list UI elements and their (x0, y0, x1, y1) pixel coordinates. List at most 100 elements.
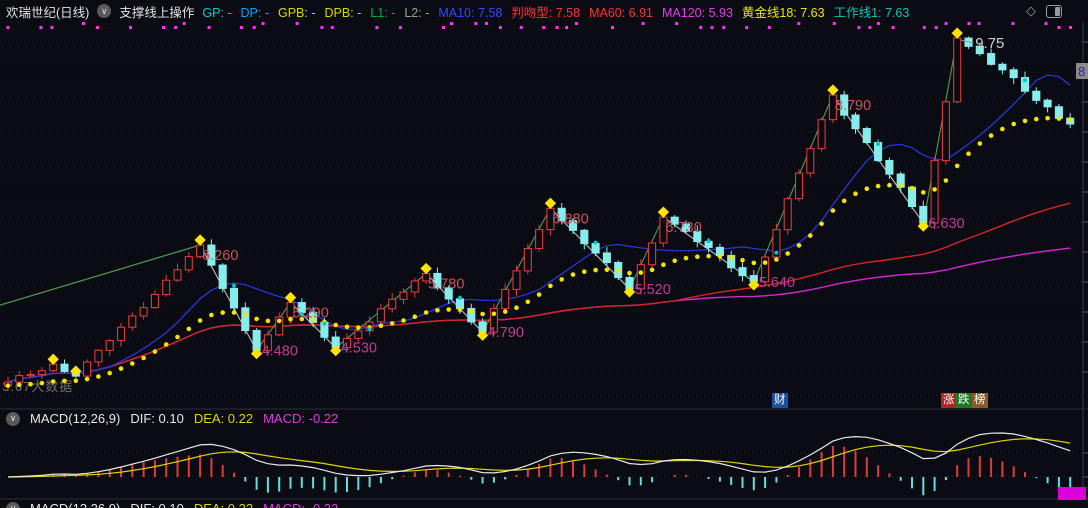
macd-bar (718, 477, 721, 482)
macd-bar (933, 477, 936, 491)
badge-1[interactable]: 涨 (941, 393, 957, 408)
signal-dot (398, 26, 402, 29)
main-chart[interactable]: 6.260 4.480 5.290 4.530 5.780 4.790 6.880 5.520… (0, 0, 1088, 508)
golden-line-dot (186, 326, 192, 332)
golden-line-dot (469, 309, 474, 314)
swing-diamond-icon (544, 197, 557, 209)
candle-body (60, 363, 69, 373)
signal-dot (239, 26, 243, 29)
candle-body (648, 242, 657, 266)
price-label-peak: 6.730 (665, 220, 701, 236)
macd-bar (673, 474, 676, 477)
macd-bar (266, 477, 269, 493)
golden-line-dot (559, 277, 564, 282)
golden-line-dot (1045, 115, 1050, 121)
golden-line-dot (548, 283, 553, 289)
macd-bar (165, 458, 168, 477)
macd-bar (651, 477, 654, 483)
candle-body (591, 242, 600, 254)
signal-dot (96, 26, 99, 29)
indicator-field-8: MA60: 6.91 (589, 5, 654, 20)
golden-line-dot (220, 310, 225, 315)
macd-bar (922, 477, 925, 496)
golden-line-dot (1000, 126, 1005, 132)
golden-line-dot (593, 267, 598, 273)
macd-bar (978, 456, 981, 477)
golden-line-dot (17, 382, 22, 388)
indicator-field-4: L1: - (370, 5, 396, 20)
golden-line-dot (638, 270, 644, 275)
signal-dot (174, 26, 178, 29)
golden-line-dot (435, 308, 440, 313)
golden-line-dot (570, 272, 576, 277)
signal-dot (39, 26, 43, 29)
macd-bar (594, 469, 597, 477)
macd-bar (153, 460, 156, 477)
indicator-field-7: 判吻型: 7.58 (511, 5, 581, 20)
price-label-peak: 6.260 (202, 248, 238, 264)
signal-dot (565, 26, 569, 29)
golden-line-dot (73, 378, 79, 384)
panel-toggle-fill (1055, 6, 1060, 16)
golden-line-dot (808, 233, 813, 238)
indicator-field-3: DPB: - (324, 5, 362, 20)
macd-bar (809, 459, 812, 477)
candle-body (535, 229, 544, 250)
work-line-dot (367, 327, 372, 332)
golden-line-dot (536, 292, 542, 297)
macd-bar (888, 473, 891, 477)
macd-bar (572, 460, 574, 477)
golden-line-dot (1067, 117, 1073, 122)
golden-line-dot (604, 267, 610, 273)
signal-dot (868, 26, 872, 29)
signal-dot (611, 26, 614, 29)
signal-dot (182, 22, 186, 25)
badge-2[interactable]: 跌 (956, 393, 972, 408)
panel-toggle-icon[interactable] (1046, 4, 1062, 18)
golden-line-dot (785, 251, 790, 256)
macd-bar (899, 477, 902, 481)
golden-line-dot (582, 269, 587, 275)
signal-dot (261, 22, 265, 25)
golden-line-dot (853, 191, 858, 196)
work-line-dot (593, 240, 598, 245)
macd-bar (391, 477, 394, 480)
macd-bar (944, 477, 947, 481)
golden-line-dot (717, 254, 723, 259)
golden-line-dot (728, 255, 734, 261)
golden-line-dot (909, 186, 915, 191)
golden-line-dot (50, 379, 56, 384)
candle-body (1009, 69, 1018, 79)
work-line-dot (322, 321, 327, 326)
golden-line-dot (356, 325, 361, 330)
golden-line-dot (649, 267, 655, 273)
swing-diamond-icon (657, 206, 670, 218)
macd-bar (1001, 461, 1004, 477)
signal-dot (1011, 22, 1015, 25)
signal-dot (207, 26, 211, 29)
golden-line-dot (401, 318, 406, 323)
candle-body (410, 280, 419, 293)
golden-line-dot (243, 312, 248, 318)
work-line-dot (774, 250, 779, 255)
collapse-icon[interactable]: ∨ (6, 411, 20, 426)
macd-bar (436, 470, 439, 477)
golden-line-dot (265, 318, 271, 324)
macd-title: MACD(12,26,9) (30, 411, 121, 426)
collapse-icon-2[interactable]: ∨ (6, 501, 20, 508)
golden-line-dot (695, 254, 700, 259)
macd-bar (617, 477, 620, 481)
chevron-down-icon[interactable]: ∨ (97, 4, 112, 18)
golden-line-dot (152, 349, 158, 354)
badge-0[interactable]: 财 (772, 393, 788, 408)
macd-bar (639, 477, 642, 486)
candle-body (794, 172, 804, 200)
candle-body (523, 247, 532, 272)
signal-dot (129, 26, 132, 29)
macd-bar (492, 477, 495, 483)
macd-bar (628, 477, 631, 486)
diamond-icon[interactable]: ◇ (1026, 3, 1036, 19)
badge-3[interactable]: 榜 (972, 393, 988, 408)
trendline-up (0, 244, 201, 306)
macd-bar (312, 477, 315, 489)
